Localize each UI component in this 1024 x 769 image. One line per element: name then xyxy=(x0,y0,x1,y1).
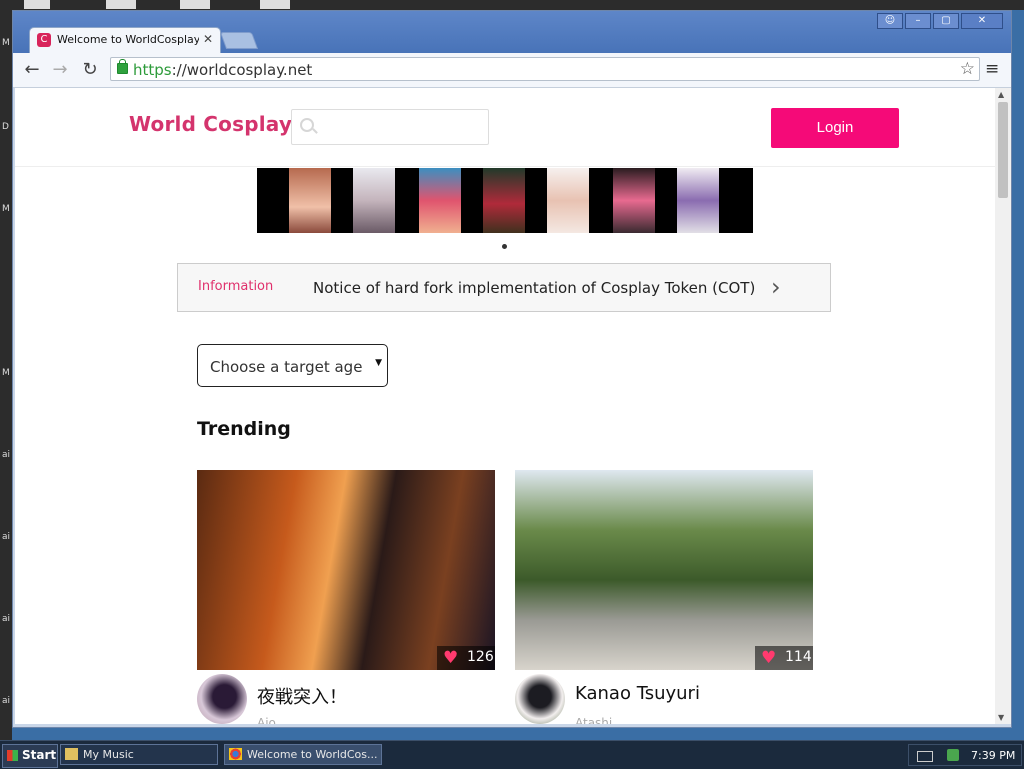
login-button[interactable]: Login xyxy=(771,108,899,148)
avatar[interactable] xyxy=(515,674,565,724)
lock-icon xyxy=(117,59,128,74)
desktop-icon-label: D xyxy=(2,122,9,132)
target-age-selected: Choose a target age xyxy=(210,358,363,376)
network-icon[interactable] xyxy=(947,749,959,761)
window-controls: ☺ – ▢ ✕ xyxy=(877,13,1003,29)
scroll-down-icon[interactable]: ▼ xyxy=(998,713,1004,722)
url-host: ://worldcosplay.net xyxy=(171,61,313,79)
bookmark-star-icon[interactable]: ☆ xyxy=(960,59,975,79)
scroll-thumb[interactable] xyxy=(998,102,1008,198)
card-author[interactable]: Aio xyxy=(257,716,276,724)
new-tab-button[interactable] xyxy=(219,32,259,49)
close-window-button[interactable]: ✕ xyxy=(961,13,1003,29)
minimize-button[interactable]: – xyxy=(905,13,931,29)
card-photo[interactable]: ♥ 114 xyxy=(515,470,813,670)
title-bar[interactable]: C Welcome to WorldCosplay - W ✕ ☺ – ▢ ✕ xyxy=(13,11,1011,53)
card-title[interactable]: Kanao Tsuyuri xyxy=(575,683,700,704)
carousel-dot[interactable] xyxy=(502,244,507,249)
trending-heading: Trending xyxy=(197,418,291,440)
chevron-right-icon[interactable]: › xyxy=(771,273,781,301)
start-label: Start xyxy=(22,748,57,762)
desktop-icon-label: M xyxy=(2,204,10,214)
taskbar: Start My Music Welcome to WorldCos... 7:… xyxy=(0,740,1024,769)
scroll-up-icon[interactable]: ▲ xyxy=(998,90,1004,99)
start-button[interactable]: Start xyxy=(2,744,58,768)
folder-icon xyxy=(65,748,78,760)
url-text: https://worldcosplay.net xyxy=(133,61,312,79)
browser-window: C Welcome to WorldCosplay - W ✕ ☺ – ▢ ✕ … xyxy=(12,10,1012,728)
search-icon xyxy=(300,118,314,132)
target-age-select[interactable]: Choose a target age ▼ xyxy=(197,344,388,387)
forward-button[interactable]: → xyxy=(49,59,71,81)
close-icon[interactable]: ✕ xyxy=(203,32,213,46)
info-text[interactable]: Notice of hard fork implementation of Co… xyxy=(313,279,755,297)
site-logo[interactable]: World Cosplay xyxy=(129,112,292,136)
page-scrollbar[interactable]: ▲ ▼ xyxy=(995,88,1011,724)
reload-button[interactable]: ↻ xyxy=(79,59,101,81)
tab-title: Welcome to WorldCosplay - W xyxy=(57,33,199,46)
banner-thumbnail[interactable] xyxy=(289,168,331,233)
caret-down-icon: ▼ xyxy=(375,358,382,368)
desktop-left-strip: M D M M ai ai ai ai xyxy=(0,0,12,740)
card-title[interactable]: 夜戦突入！ xyxy=(257,683,347,709)
desktop-icon-label: M xyxy=(2,368,10,378)
banner-thumbnail[interactable] xyxy=(419,168,461,233)
search-input[interactable] xyxy=(291,109,489,145)
chrome-icon xyxy=(229,748,242,760)
info-label: Information xyxy=(198,279,274,294)
back-button[interactable]: ← xyxy=(21,59,43,81)
taskbar-button-label: My Music xyxy=(83,748,134,761)
heart-icon: ♥ xyxy=(443,648,459,668)
featured-banner[interactable] xyxy=(257,168,753,233)
desktop-icon-label: ai xyxy=(2,614,11,624)
page-viewport: World Cosplay Login Information Notice o… xyxy=(15,88,995,724)
desktop-icon[interactable] xyxy=(180,0,210,9)
taskbar-button-browser[interactable]: Welcome to WorldCos... xyxy=(224,744,382,765)
url-scheme: https xyxy=(133,61,172,79)
heart-icon: ♥ xyxy=(761,648,777,668)
like-count: 114 xyxy=(785,649,812,665)
taskbar-button-my-music[interactable]: My Music xyxy=(60,744,218,765)
desktop-icon[interactable] xyxy=(260,0,290,9)
address-bar[interactable]: https://worldcosplay.net ☆ xyxy=(110,57,980,81)
card-author[interactable]: Atashi xyxy=(575,716,612,724)
taskbar-button-label: Welcome to WorldCos... xyxy=(247,748,378,761)
user-icon[interactable]: ☺ xyxy=(877,13,903,29)
windows-logo-icon xyxy=(7,750,18,761)
desktop-top-strip xyxy=(12,0,1024,10)
browser-toolbar: ← → ↻ https://worldcosplay.net ☆ ≡ xyxy=(13,53,1011,88)
favicon-icon: C xyxy=(37,33,51,47)
keyboard-icon[interactable] xyxy=(917,751,933,762)
browser-tab[interactable]: C Welcome to WorldCosplay - W ✕ xyxy=(29,27,221,53)
desktop-icon-label: ai xyxy=(2,450,11,460)
desktop-icon-label: ai xyxy=(2,696,11,706)
site-header: World Cosplay Login xyxy=(15,88,995,167)
maximize-button[interactable]: ▢ xyxy=(933,13,959,29)
like-count: 126 xyxy=(467,649,494,665)
desktop-icon-label: ai xyxy=(2,532,11,542)
banner-thumbnail[interactable] xyxy=(613,168,655,233)
card-photo[interactable]: ♥ 126 xyxy=(197,470,495,670)
banner-thumbnail[interactable] xyxy=(353,168,395,233)
clock[interactable]: 7:39 PM xyxy=(971,749,1015,762)
desktop-icon[interactable] xyxy=(24,0,50,9)
desktop-icon-label: M xyxy=(2,38,10,48)
banner-thumbnail[interactable] xyxy=(483,168,525,233)
system-tray: 7:39 PM xyxy=(908,744,1022,766)
avatar[interactable] xyxy=(197,674,247,724)
banner-thumbnail[interactable] xyxy=(547,168,589,233)
menu-icon[interactable]: ≡ xyxy=(985,59,999,79)
like-badge[interactable]: ♥ 126 xyxy=(437,646,495,670)
banner-thumbnail[interactable] xyxy=(677,168,719,233)
desktop-icon[interactable] xyxy=(106,0,136,9)
like-badge[interactable]: ♥ 114 xyxy=(755,646,813,670)
information-bar[interactable]: Information Notice of hard fork implemen… xyxy=(177,263,831,312)
